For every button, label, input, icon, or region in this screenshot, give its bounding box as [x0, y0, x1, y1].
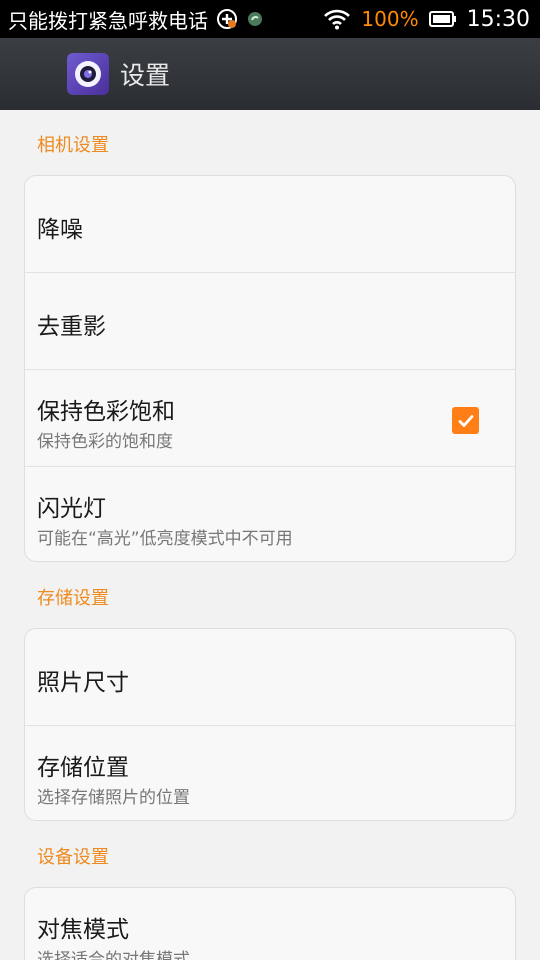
setting-subtitle: 保持色彩的饱和度 [37, 432, 173, 452]
camera-app-icon[interactable] [67, 53, 109, 95]
setting-subtitle: 选择适合的对焦模式 [37, 950, 190, 960]
app-bar: 设置 [0, 38, 540, 110]
setting-focus-mode[interactable]: 对焦模式 选择适合的对焦模式 [25, 888, 515, 960]
camera-settings-card: 降噪 去重影 保持色彩饱和 保持色彩的饱和度 闪光灯 可能在“高光”低亮度模式中… [24, 175, 516, 562]
clock-time: 15:30 [466, 6, 530, 32]
app-notification-icon [246, 10, 264, 28]
page-title: 设置 [120, 61, 171, 90]
setting-title: 照片尺寸 [37, 670, 129, 696]
setting-title: 降噪 [37, 217, 83, 243]
battery-icon [428, 10, 457, 28]
setting-title: 闪光灯 [37, 496, 106, 522]
carrier-status-text: 只能拨打紧急呼救电话 [8, 8, 208, 33]
status-bar: 只能拨打紧急呼救电话 100% 15:30 [0, 0, 540, 38]
setting-title: 对焦模式 [37, 917, 129, 943]
setting-title: 存储位置 [37, 755, 129, 781]
setting-subtitle: 选择存储照片的位置 [37, 788, 190, 808]
setting-flash[interactable]: 闪光灯 可能在“高光”低亮度模式中不可用 [25, 467, 515, 561]
settings-list: 相机设置 降噪 去重影 保持色彩饱和 保持色彩的饱和度 闪光灯 可能在“高光”低… [0, 110, 540, 960]
section-title-device: 设备设置 [37, 847, 109, 868]
saturation-checkbox[interactable] [452, 407, 479, 434]
emergency-plus-icon [216, 8, 238, 30]
battery-percentage: 100% [361, 7, 419, 31]
setting-title: 保持色彩饱和 [37, 399, 175, 425]
device-settings-card: 对焦模式 选择适合的对焦模式 [24, 887, 516, 960]
setting-title: 去重影 [37, 314, 106, 340]
setting-keep-color-saturation[interactable]: 保持色彩饱和 保持色彩的饱和度 [25, 370, 515, 467]
setting-deghosting[interactable]: 去重影 [25, 273, 515, 370]
checkmark-icon [458, 414, 473, 427]
setting-subtitle: 可能在“高光”低亮度模式中不可用 [37, 529, 293, 549]
setting-storage-location[interactable]: 存储位置 选择存储照片的位置 [25, 726, 515, 820]
section-title-camera: 相机设置 [37, 135, 109, 156]
storage-settings-card: 照片尺寸 存储位置 选择存储照片的位置 [24, 628, 516, 821]
setting-photo-size[interactable]: 照片尺寸 [25, 629, 515, 726]
setting-noise-reduction[interactable]: 降噪 [25, 176, 515, 273]
section-title-storage: 存储设置 [37, 588, 109, 609]
wifi-icon [323, 8, 351, 30]
